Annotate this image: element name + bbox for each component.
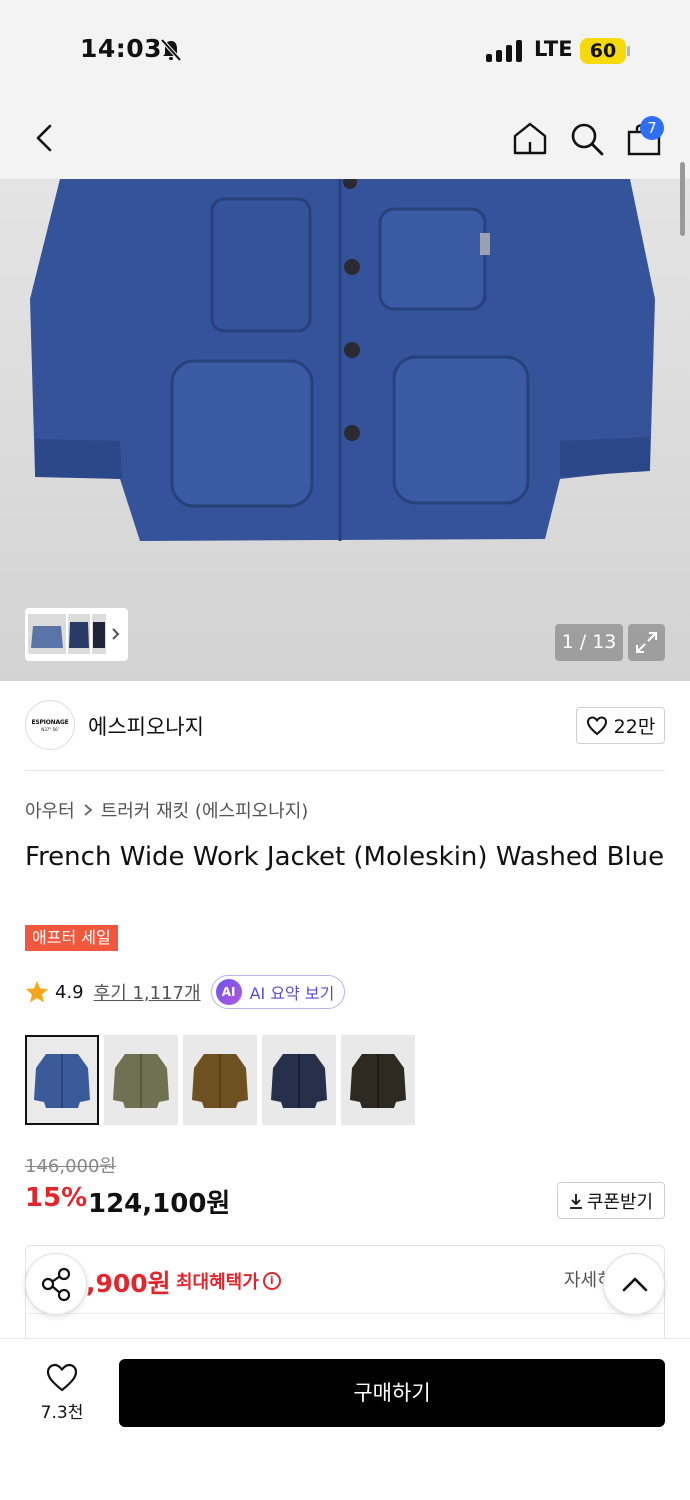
thumbnails-preview (28, 614, 120, 654)
color-swatch-brown[interactable] (183, 1035, 257, 1125)
color-swatch-olive[interactable] (104, 1035, 178, 1125)
status-time: 14:03 (80, 34, 163, 63)
color-options (25, 1035, 415, 1125)
battery-icon: 60 (580, 38, 626, 64)
max-benefit-label-text: 최대혜택가 (176, 1272, 259, 1293)
brand-logo-text: ESPIONAGE (31, 719, 69, 726)
share-icon (41, 1267, 71, 1302)
chevron-up-icon (622, 1277, 648, 1292)
brand-logo-subtext: N37° 56' (41, 727, 59, 732)
bell-off-icon (160, 38, 182, 62)
jacket-thumbnail (113, 1054, 169, 1108)
jacket-thumbnail (34, 1054, 90, 1108)
signal-icon (486, 40, 522, 62)
color-swatch-navy[interactable] (262, 1035, 336, 1125)
jacket-thumbnail (271, 1054, 327, 1108)
rating-value: 4.9 (55, 981, 84, 1003)
original-price: 146,000원 (25, 1156, 116, 1177)
color-swatch-dark-brown[interactable] (341, 1035, 415, 1125)
home-icon[interactable] (512, 121, 548, 155)
brand-logo[interactable]: ESPIONAGE N37° 56' (25, 700, 75, 750)
color-swatch-washed-blue[interactable] (25, 1035, 99, 1125)
thumbnail-strip[interactable] (25, 608, 128, 661)
heart-icon[interactable] (46, 1363, 78, 1393)
share-button[interactable] (25, 1253, 87, 1315)
battery-tip (627, 46, 630, 56)
max-benefit-label: 최대혜택가 i (176, 1268, 281, 1294)
review-count-link[interactable]: 후기 1,117개 (94, 979, 201, 1005)
buy-button[interactable]: 구매하기 (119, 1359, 665, 1427)
network-type: LTE (534, 37, 573, 61)
back-icon[interactable] (32, 124, 56, 152)
brand-like-count: 22만 (613, 716, 656, 738)
wish-count: 7.3천 (40, 1403, 84, 1423)
ai-summary-label: AI 요약 보기 (249, 984, 335, 1003)
rating-row: 4.9 후기 1,117개 AI AI 요약 보기 (25, 975, 346, 1009)
breadcrumb: 아우터 트러커 재킷 (에스피오나지) (25, 797, 308, 823)
brand-like-button[interactable]: 22만 (576, 707, 665, 744)
ai-summary-button[interactable]: AI AI 요약 보기 (210, 975, 346, 1009)
jacket-thumbnail (350, 1054, 406, 1108)
max-benefit-price: ,900원 (86, 1269, 171, 1298)
divider (25, 770, 665, 771)
brand-name[interactable]: 에스피오나지 (88, 711, 204, 741)
divider (26, 1313, 664, 1314)
search-icon[interactable] (569, 121, 605, 157)
expand-image-button[interactable] (628, 624, 665, 661)
info-icon[interactable]: i (262, 1272, 281, 1290)
jacket-illustration (30, 179, 655, 541)
jacket-thumbnail (192, 1054, 248, 1108)
scroll-top-button[interactable] (603, 1253, 665, 1315)
discount-rate: 15% (25, 1183, 88, 1213)
chevron-right-icon (84, 804, 93, 816)
scroll-indicator (680, 162, 685, 236)
coupon-button-label: 쿠폰받기 (586, 1191, 654, 1213)
cart-count-badge: 7 (640, 116, 664, 140)
breadcrumb-category[interactable]: 아우터 (25, 797, 75, 823)
sale-price: 124,100원 (88, 1189, 231, 1219)
product-image[interactable] (0, 179, 690, 681)
star-icon (26, 981, 48, 1003)
sale-badge: 애프터 세일 (25, 925, 118, 951)
heart-icon (586, 715, 607, 735)
product-title: French Wide Work Jacket (Moleskin) Washe… (25, 842, 665, 872)
breadcrumb-subcategory[interactable]: 트러커 재킷 (에스피오나지) (101, 797, 309, 823)
expand-icon (636, 632, 657, 653)
download-icon (569, 1193, 582, 1209)
coupon-download-button[interactable]: 쿠폰받기 (557, 1182, 665, 1219)
image-page-indicator: 1 / 13 (555, 624, 623, 661)
ai-icon: AI (215, 979, 242, 1005)
